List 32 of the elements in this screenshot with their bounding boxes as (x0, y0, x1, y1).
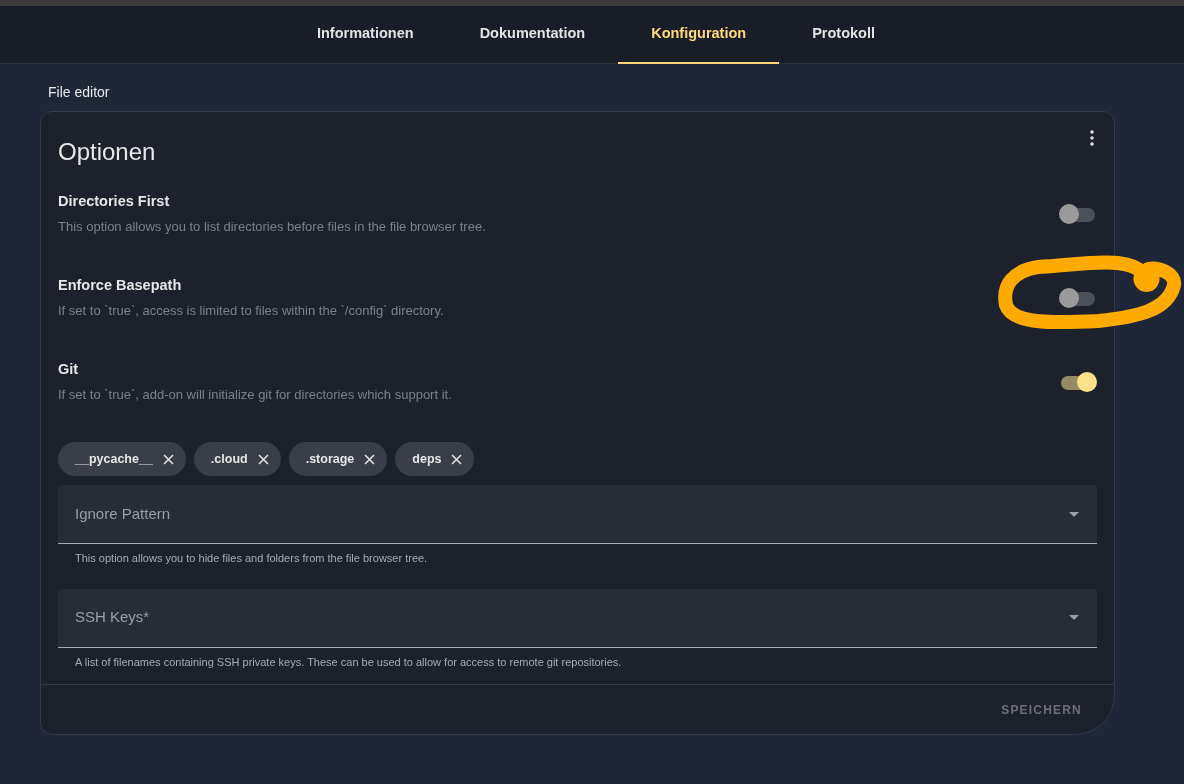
dropdown-field[interactable]: Ignore Pattern (58, 485, 1097, 544)
option-title: Enforce Basepath (58, 276, 183, 296)
tab[interactable]: Protokoll (779, 6, 909, 64)
remove-icon[interactable] (451, 453, 463, 465)
field-label: SSH Keys* (75, 607, 150, 628)
field-label: Ignore Pattern (75, 503, 171, 524)
remove-icon[interactable] (364, 453, 376, 465)
chip-label: __pycache__ (75, 450, 153, 468)
chip-label: deps (412, 450, 442, 468)
dropdown-caret-icon (1069, 511, 1079, 517)
helper-text: This option allows you to hide files and folders from the file browser tree. (75, 551, 429, 566)
toggle-switch[interactable] (1059, 371, 1097, 393)
card-title: Optionen (58, 137, 156, 167)
toggle-switch[interactable] (1059, 287, 1097, 309)
section-title: File editor (48, 83, 110, 102)
remove-icon[interactable] (257, 453, 269, 465)
more-options-icon[interactable] (1090, 130, 1094, 146)
chip-label: .cloud (210, 450, 248, 468)
helper-text: A list of filenames containing SSH private keys. These can be used to allow for access to remote git repositories. (75, 654, 623, 670)
chip-label: .storage (305, 450, 355, 468)
tab[interactable]: Informationen (283, 6, 447, 64)
dropdown-caret-icon (1069, 615, 1079, 620)
remove-icon[interactable] (162, 453, 174, 465)
toggle-switch[interactable] (1059, 203, 1097, 225)
dropdown-field[interactable]: SSH Keys* (58, 588, 1097, 648)
tab[interactable]: Konfiguration (618, 6, 780, 64)
option-title: Directories First (58, 192, 171, 212)
tab[interactable]: Dokumentation (446, 6, 619, 64)
option-title: Git (58, 360, 80, 380)
option-description: This option allows you to list directories before files in the file browser tree. (58, 218, 486, 237)
option-description: If set to `true`, access is limited to files within the `/config` directory. (58, 302, 444, 321)
option-description: If set to `true`, add-on will initialize git for directories which support it. (58, 386, 452, 405)
